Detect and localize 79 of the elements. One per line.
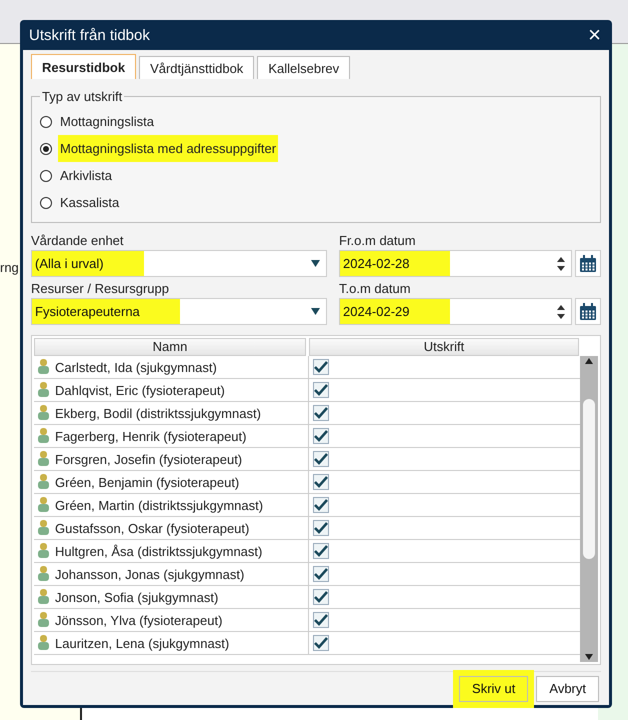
dropdown-arrow-icon bbox=[311, 260, 320, 267]
radio-label: Arkivlista bbox=[59, 167, 114, 185]
column-header: Utskrift bbox=[309, 338, 579, 356]
checkbox[interactable] bbox=[313, 428, 329, 444]
resource-name: Carlstedt, Ida (sjukgymnast) bbox=[55, 360, 217, 374]
field-label: Fr.o.m datum bbox=[339, 233, 417, 248]
checkbox[interactable] bbox=[313, 405, 329, 421]
field-value: 2024-02-28 bbox=[340, 251, 450, 276]
person-icon bbox=[38, 428, 49, 444]
checkbox[interactable] bbox=[313, 474, 329, 490]
field-value: (Alla i urval) bbox=[32, 251, 144, 276]
dialog-title: Utskrift från tidbok bbox=[29, 26, 150, 44]
resource-name: Dahlqvist, Eric (fysioterapeut) bbox=[55, 382, 225, 398]
resource-name: Gustafsson, Oskar (fysioterapeut) bbox=[55, 520, 250, 536]
checkbox[interactable] bbox=[313, 612, 329, 628]
cancel-button[interactable]: Avbryt bbox=[536, 676, 599, 702]
checkbox[interactable] bbox=[313, 497, 329, 513]
spinner-icon bbox=[557, 256, 565, 272]
field-label: T.o.m datum bbox=[339, 281, 412, 296]
radio-button[interactable] bbox=[40, 116, 52, 128]
checkbox[interactable] bbox=[313, 451, 329, 467]
scroll-down-icon[interactable] bbox=[585, 654, 593, 660]
radio-button[interactable] bbox=[40, 196, 52, 208]
person-icon bbox=[38, 405, 49, 421]
resource-name: Gréen, Benjamin (fysioterapeut) bbox=[55, 474, 240, 490]
checkbox[interactable] bbox=[313, 359, 329, 375]
scroll-up-icon[interactable] bbox=[585, 358, 593, 364]
tab[interactable]: Kallelsebrev bbox=[257, 56, 350, 79]
person-icon bbox=[38, 359, 49, 375]
checkbox[interactable] bbox=[313, 566, 329, 582]
person-icon bbox=[38, 543, 49, 559]
tab[interactable]: Resurstidbok bbox=[31, 54, 136, 79]
checkbox[interactable] bbox=[313, 635, 329, 651]
person-icon bbox=[38, 382, 49, 398]
dropdown-arrow-icon bbox=[311, 308, 320, 315]
group-legend: Typ av utskrift bbox=[40, 89, 124, 104]
field-value: 2024-02-29 bbox=[340, 299, 450, 324]
checkbox[interactable] bbox=[313, 520, 329, 536]
resource-name: Gréen, Martin (distriktssjukgymnast) bbox=[55, 498, 264, 512]
resource-name: Johansson, Jonas (sjukgymnast) bbox=[55, 566, 244, 582]
radio-label: Kassalista bbox=[59, 194, 120, 212]
person-icon bbox=[38, 635, 49, 651]
close-button[interactable]: × bbox=[584, 24, 605, 46]
resource-name: Forsgren, Josefin (fysioterapeut) bbox=[55, 452, 242, 466]
resource-name: Hultgren, Åsa (distriktssjukgymnast) bbox=[55, 544, 262, 558]
date-field[interactable]: 2024-02-28 bbox=[339, 250, 572, 277]
person-icon bbox=[38, 520, 49, 536]
dropdown-field[interactable]: (Alla i urval) bbox=[31, 250, 327, 277]
radio-label: Mottagningslista med adressuppgifter bbox=[58, 135, 278, 162]
radio-button[interactable] bbox=[40, 170, 52, 182]
calendar-button[interactable] bbox=[575, 250, 601, 277]
resource-name: Fagerberg, Henrik (fysioterapeut) bbox=[55, 428, 246, 444]
field-value: Fysioterapeuterna bbox=[32, 299, 180, 324]
person-icon bbox=[38, 566, 49, 582]
person-icon bbox=[38, 451, 49, 467]
calendar-button[interactable] bbox=[575, 298, 601, 325]
field-label: Vårdande enhet bbox=[31, 233, 125, 248]
person-icon bbox=[38, 589, 49, 605]
field-label: Resurser / Resursgrupp bbox=[31, 281, 170, 296]
scrollbar[interactable] bbox=[580, 356, 598, 662]
column-header: Namn bbox=[34, 338, 306, 356]
checkbox[interactable] bbox=[313, 543, 329, 559]
tab[interactable]: Vårdtjänsttidbok bbox=[139, 56, 254, 79]
dropdown-field[interactable]: Fysioterapeuterna bbox=[31, 298, 327, 325]
radio-label: Mottagningslista bbox=[59, 113, 155, 131]
cell-text: rng bbox=[0, 260, 19, 275]
date-field[interactable]: 2024-02-29 bbox=[339, 298, 572, 325]
resource-name: Jonson, Sofia (sjukgymnast) bbox=[55, 590, 218, 604]
person-icon bbox=[38, 612, 49, 628]
radio-button[interactable] bbox=[40, 142, 52, 154]
checkbox[interactable] bbox=[313, 382, 329, 398]
person-icon bbox=[38, 474, 49, 490]
resource-name: Ekberg, Bodil (distriktssjukgymnast) bbox=[55, 406, 261, 420]
checkbox[interactable] bbox=[313, 589, 329, 605]
spinner-icon bbox=[557, 304, 565, 320]
scroll-thumb[interactable] bbox=[583, 399, 595, 559]
resource-name: Jönsson, Ylva (fysioterapeut) bbox=[55, 612, 222, 628]
person-icon bbox=[38, 497, 49, 513]
resource-name: Lauritzen, Lena (sjukgymnast) bbox=[55, 636, 230, 650]
